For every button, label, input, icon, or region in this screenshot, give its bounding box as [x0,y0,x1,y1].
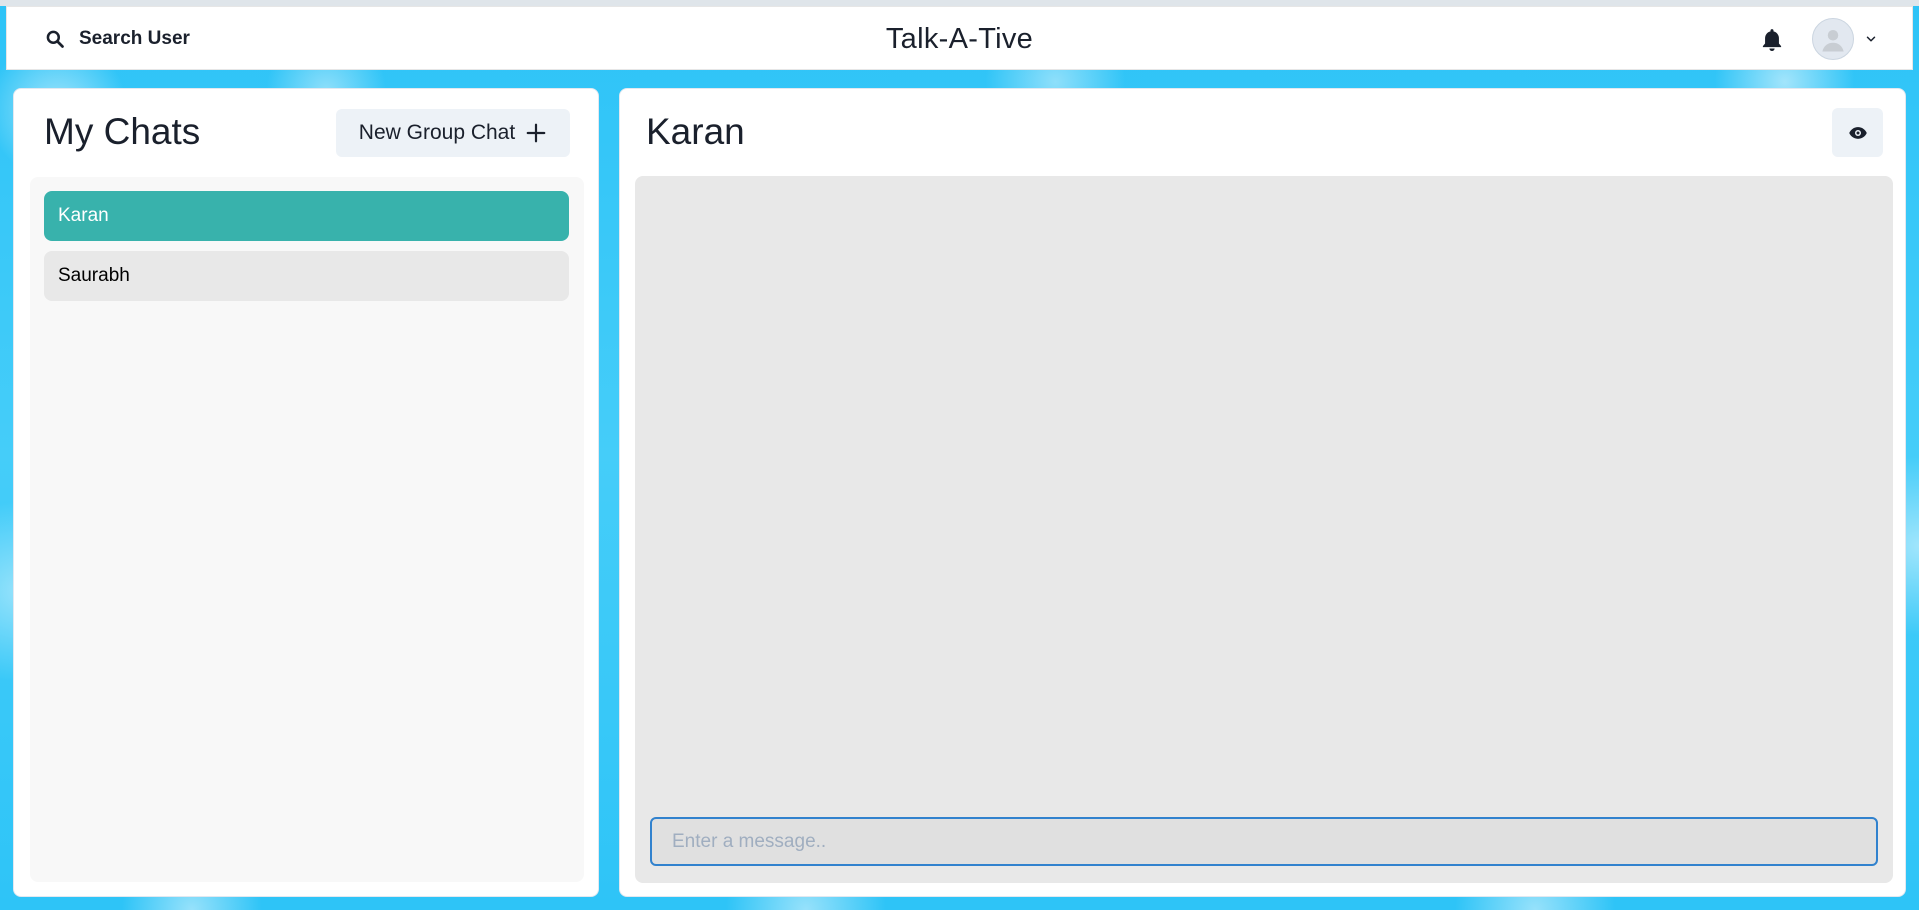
my-chats-panel: My Chats New Group Chat Karan Saurabh [13,88,599,897]
message-input[interactable] [650,817,1878,866]
chat-list-item-label: Karan [58,205,109,226]
top-navbar: Search User Talk-A-Tive [6,6,1913,70]
chat-panel: Karan [619,88,1906,897]
search-user-button[interactable]: Search User [33,19,202,59]
chat-list-item-label: Saurabh [58,265,130,286]
chat-list: Karan Saurabh [30,177,584,882]
app-title: Talk-A-Tive [885,23,1034,55]
chevron-down-icon [1866,36,1876,42]
new-group-chat-label: New Group Chat [358,121,516,144]
chat-header-name: Karan [646,111,745,152]
eye-icon [1848,126,1867,139]
new-group-chat-button[interactable]: New Group Chat [336,109,570,157]
search-user-label: Search User [79,28,190,49]
chat-list-item-karan[interactable]: Karan [44,191,569,241]
user-avatar-icon [1812,18,1854,60]
plus-icon [526,123,546,143]
chat-list-item-saurabh[interactable]: Saurabh [44,251,569,301]
profile-menu-button[interactable] [1812,17,1878,61]
view-profile-button[interactable] [1832,108,1883,157]
messages-area [635,176,1893,883]
search-icon [46,30,64,48]
bell-icon[interactable] [1759,27,1785,53]
my-chats-title: My Chats [44,111,201,152]
